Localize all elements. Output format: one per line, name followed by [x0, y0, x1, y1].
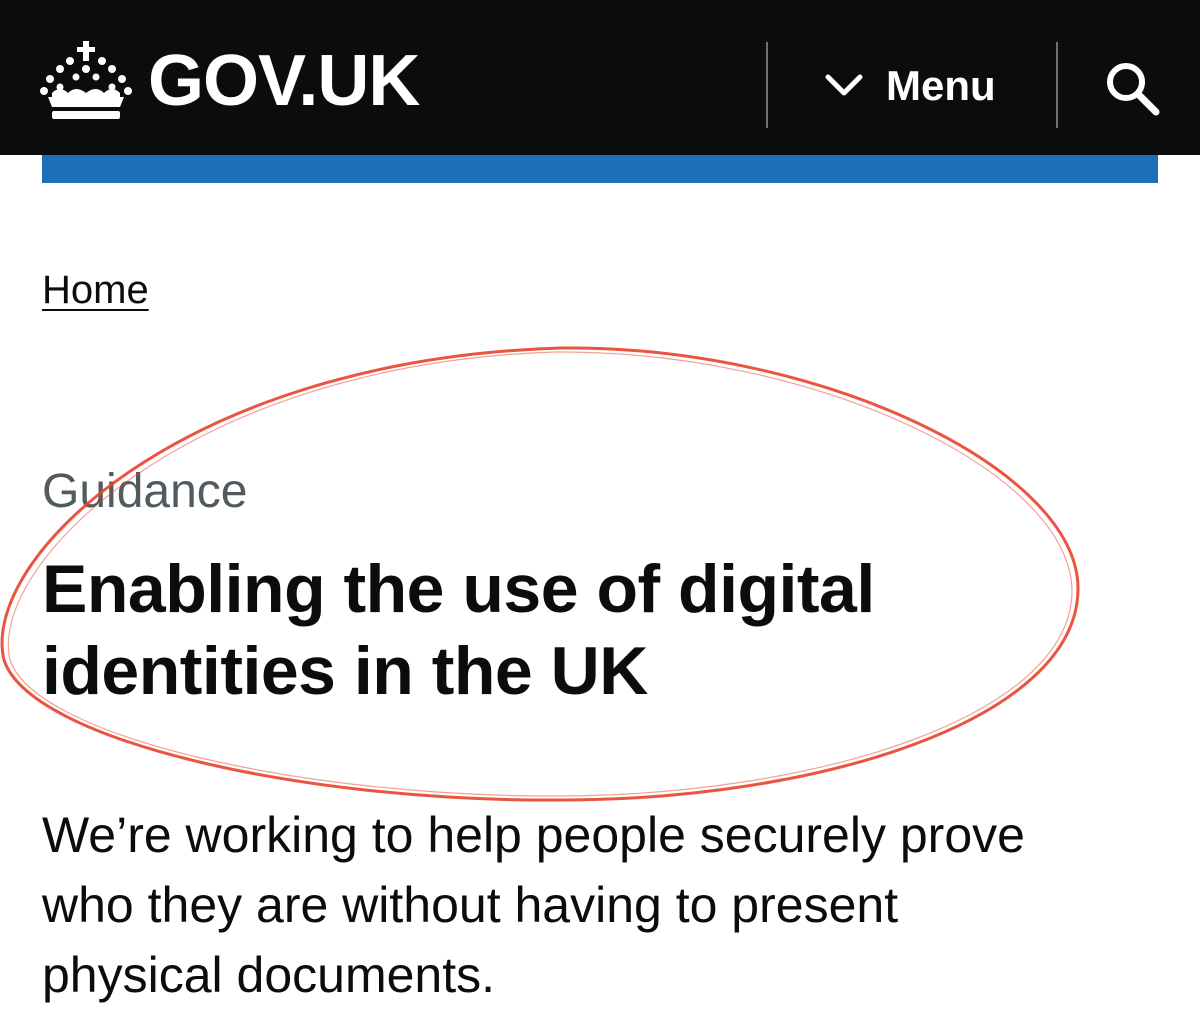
menu-button[interactable]: Menu: [824, 56, 996, 116]
chevron-down-icon: [825, 74, 863, 96]
brand-colour-bar: [42, 155, 1158, 183]
header-divider: [766, 42, 768, 128]
breadcrumb: Home: [42, 268, 149, 313]
site-header: GOV.UK Menu: [0, 0, 1200, 155]
logo-text: GOV.UK: [148, 41, 420, 121]
lead-paragraph: We’re working to help people securely pr…: [42, 807, 1025, 1003]
crown-logo-icon: [40, 41, 132, 119]
menu-label: Menu: [886, 62, 996, 109]
search-icon: [1107, 63, 1160, 116]
govuk-logo-link[interactable]: GOV.UK: [40, 36, 420, 126]
search-button[interactable]: [1100, 56, 1164, 120]
header-divider: [1056, 42, 1058, 128]
page-title: Enabling the use of digital identities i…: [42, 551, 875, 709]
breadcrumb-home-link[interactable]: Home: [42, 268, 149, 312]
page-caption: Guidance: [42, 465, 248, 518]
